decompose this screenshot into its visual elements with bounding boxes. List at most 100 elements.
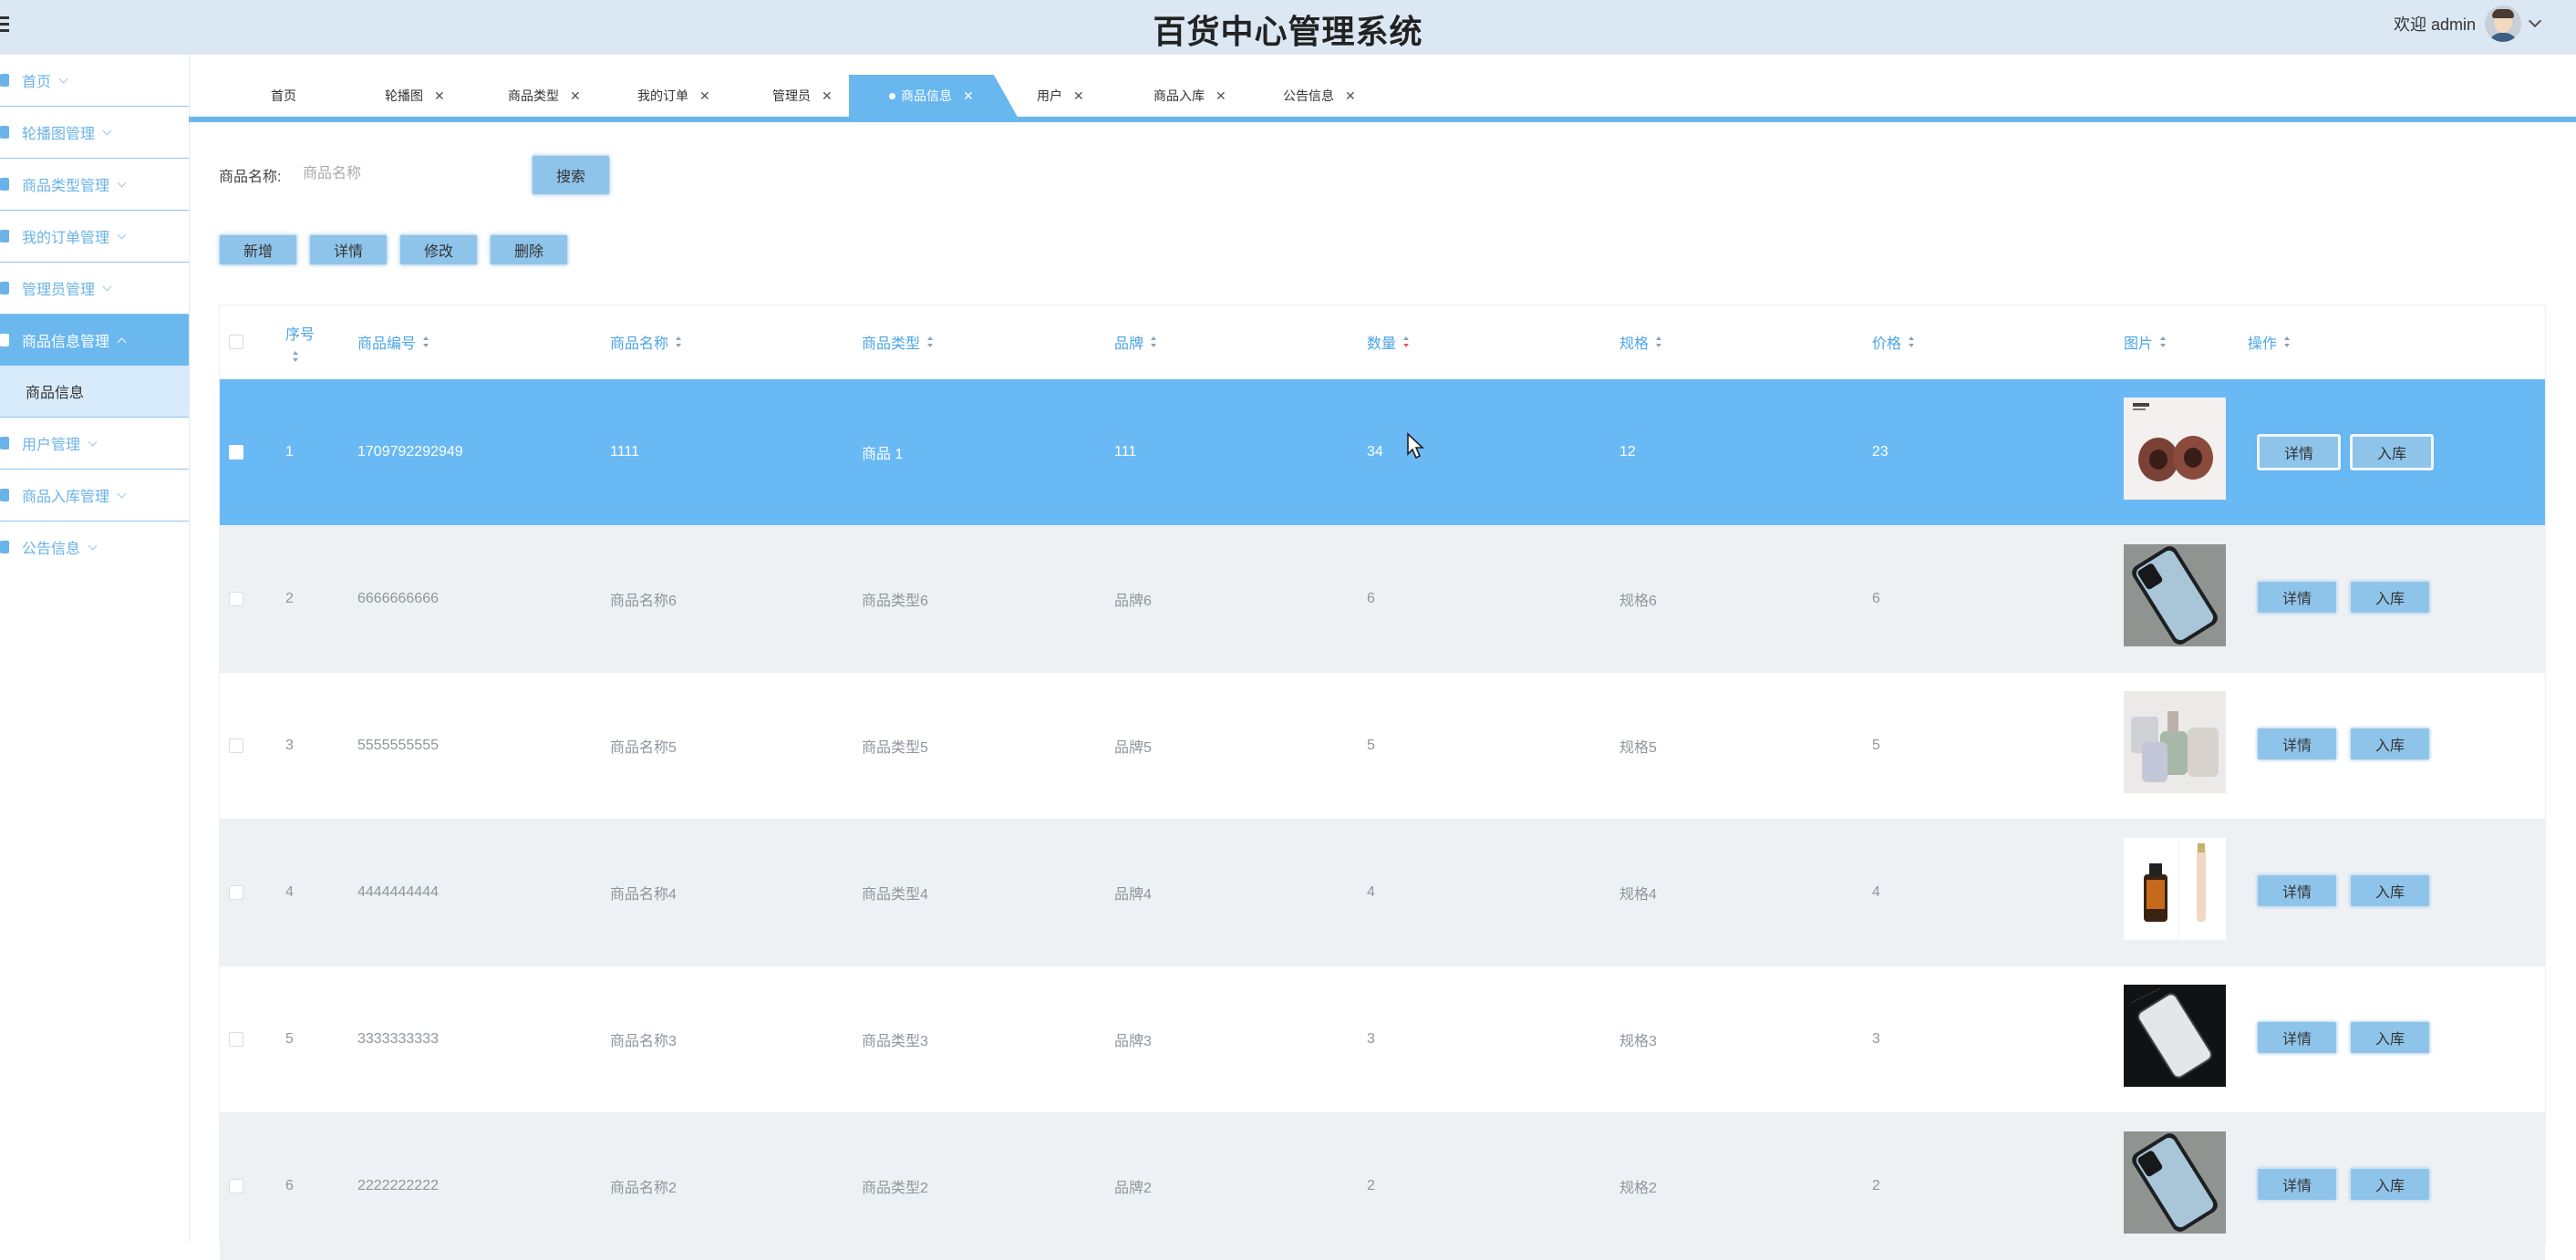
search-button[interactable]: 搜索: [532, 155, 610, 195]
column-qty[interactable]: 数量: [1367, 305, 1410, 378]
sidebar-item-users[interactable]: 用户管理: [0, 418, 189, 470]
avatar[interactable]: [2485, 5, 2521, 42]
sort-icon[interactable]: [2284, 336, 2291, 347]
sort-icon[interactable]: [1909, 336, 1915, 347]
row-stock-in-button[interactable]: 入库: [2350, 1168, 2430, 1201]
table-row[interactable]: 6 2222222222 商品名称2 商品类型2 品牌2 2 规格2 2 详情 入库: [220, 1113, 2545, 1260]
column-code[interactable]: 商品编号: [357, 305, 429, 378]
close-icon[interactable]: ✕: [1073, 88, 1084, 104]
sidebar-item-stock[interactable]: 商品入库管理: [0, 470, 189, 522]
cell-qty: 3: [1367, 1031, 1375, 1047]
row-stock-in-button[interactable]: 入库: [2350, 1021, 2430, 1054]
close-icon[interactable]: ✕: [1216, 88, 1226, 104]
sidebar-item-goods-type[interactable]: 商品类型管理: [0, 159, 189, 211]
row-detail-button[interactable]: 详情: [2257, 874, 2337, 907]
table-row[interactable]: 2 6666666666 商品名称6 商品类型6 品牌6 6 规格6 6 详情 入库: [220, 526, 2545, 673]
sort-icon[interactable]: [927, 336, 934, 347]
edit-button[interactable]: 修改: [399, 234, 478, 265]
tab-stock[interactable]: 商品入库 ✕: [1154, 75, 1226, 117]
column-name[interactable]: 商品名称: [610, 305, 682, 378]
table-row[interactable]: 5 3333333333 商品名称3 商品类型3 品牌3 3 规格3 3 详情 入库: [220, 966, 2545, 1113]
row-detail-button[interactable]: 详情: [2257, 581, 2337, 614]
sort-icon[interactable]: [1656, 336, 1662, 347]
row-stock-in-button[interactable]: 入库: [2350, 728, 2430, 760]
close-icon[interactable]: ✕: [963, 88, 974, 104]
tab-goods-info[interactable]: 商品信息 ✕: [849, 75, 1018, 117]
column-brand[interactable]: 品牌: [1114, 305, 1157, 378]
row-checkbox[interactable]: [229, 592, 243, 606]
product-image[interactable]: [2124, 544, 2226, 646]
detail-button[interactable]: 详情: [309, 234, 388, 265]
tab-carousel[interactable]: 轮播图 ✕: [385, 75, 445, 117]
row-detail-button[interactable]: 详情: [2257, 1021, 2337, 1054]
row-checkbox[interactable]: [229, 885, 243, 900]
row-checkbox[interactable]: [229, 1179, 243, 1193]
table-row[interactable]: 4 4444444444 商品名称4 商品类型4 品牌4 4 规格4 4 详情 入库: [220, 820, 2545, 966]
cell-type: 商品类型5: [862, 740, 928, 756]
column-type[interactable]: 商品类型: [862, 305, 934, 378]
sort-icon[interactable]: [293, 351, 299, 362]
close-icon[interactable]: ✕: [822, 88, 833, 104]
product-image[interactable]: [2124, 1131, 2226, 1234]
sidebar-item-goods-info[interactable]: 商品信息管理: [0, 315, 189, 366]
sidebar-item-label: 轮播图管理: [22, 127, 96, 142]
product-image[interactable]: [2124, 398, 2226, 500]
delete-button[interactable]: 删除: [490, 234, 568, 265]
sidebar-item-home[interactable]: 首页: [0, 55, 189, 107]
home-icon: [0, 74, 9, 87]
tab-label: 轮播图: [385, 88, 423, 103]
column-action[interactable]: 操作: [2248, 305, 2291, 378]
sort-icon[interactable]: [1151, 336, 1157, 347]
sidebar-item-label: 管理员管理: [22, 283, 96, 298]
close-icon[interactable]: ✕: [699, 88, 710, 104]
cell-spec: 规格4: [1619, 887, 1657, 903]
sidebar-item-carousel[interactable]: 轮播图管理: [0, 107, 189, 159]
product-image[interactable]: [2124, 838, 2226, 940]
cell-price: 23: [1872, 444, 1888, 460]
chevron-down-icon: [117, 178, 127, 187]
row-detail-button[interactable]: 详情: [2257, 728, 2337, 760]
column-index[interactable]: 序号: [285, 305, 315, 378]
tab-orders[interactable]: 我的订单 ✕: [637, 75, 710, 117]
row-checkbox[interactable]: [229, 445, 243, 460]
tab-admins[interactable]: 管理员 ✕: [772, 75, 833, 117]
row-checkbox[interactable]: [229, 1032, 243, 1047]
column-spec[interactable]: 规格: [1619, 305, 1662, 378]
tab-label: 商品类型: [508, 88, 559, 103]
close-icon[interactable]: ✕: [570, 88, 581, 104]
row-stock-in-button[interactable]: 入库: [2350, 434, 2434, 470]
cell-index: 3: [285, 738, 294, 753]
chevron-down-icon[interactable]: [2528, 14, 2542, 28]
table-row[interactable]: 1 1709792292949 1111 商品 1 111 34 12 23 详情 入库: [220, 379, 2545, 526]
close-icon[interactable]: ✕: [1345, 88, 1356, 104]
table-row[interactable]: 3 5555555555 商品名称5 商品类型5 品牌5 5 规格5 5 详情 入库: [220, 673, 2545, 820]
sidebar-item-orders[interactable]: 我的订单管理: [0, 211, 189, 263]
tab-goods-type[interactable]: 商品类型 ✕: [508, 75, 581, 117]
add-button[interactable]: 新增: [219, 234, 297, 265]
sidebar-item-notice[interactable]: 公告信息: [0, 522, 189, 573]
tab-notice[interactable]: 公告信息 ✕: [1283, 75, 1356, 117]
sort-icon[interactable]: [676, 336, 682, 347]
sort-icon[interactable]: [423, 336, 429, 347]
user-menu[interactable]: 欢迎 admin: [2394, 4, 2542, 44]
sidebar-item-admins[interactable]: 管理员管理: [0, 263, 189, 315]
row-detail-button[interactable]: 详情: [2257, 1168, 2337, 1201]
select-all-checkbox[interactable]: [229, 335, 243, 349]
column-image[interactable]: 图片: [2124, 305, 2167, 378]
sort-icon[interactable]: [1403, 336, 1410, 347]
row-checkbox[interactable]: [229, 738, 243, 753]
row-stock-in-button[interactable]: 入库: [2350, 581, 2430, 614]
cell-spec: 规格3: [1619, 1034, 1657, 1049]
search-input[interactable]: [301, 153, 505, 195]
column-label: 操作: [2248, 336, 2278, 352]
product-image[interactable]: [2124, 985, 2226, 1087]
close-icon[interactable]: ✕: [434, 88, 445, 104]
row-detail-button[interactable]: 详情: [2257, 434, 2341, 470]
tab-home[interactable]: 首页: [271, 75, 296, 117]
product-image[interactable]: [2124, 691, 2226, 793]
row-stock-in-button[interactable]: 入库: [2350, 874, 2430, 907]
sidebar-subitem-goods-info[interactable]: 商品信息: [0, 366, 189, 418]
sort-icon[interactable]: [2160, 336, 2167, 347]
column-price[interactable]: 价格: [1872, 305, 1915, 378]
tab-users[interactable]: 用户 ✕: [1037, 75, 1084, 117]
